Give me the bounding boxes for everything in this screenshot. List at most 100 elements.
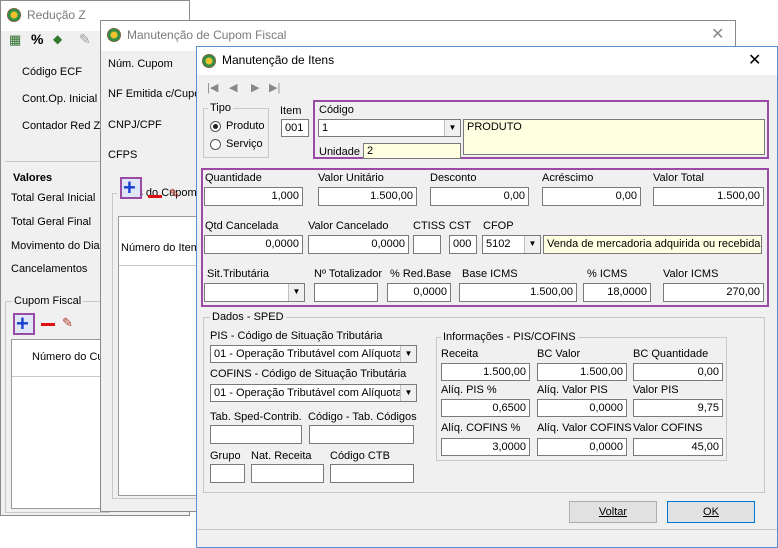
close-icon[interactable]: ✕ <box>711 27 724 43</box>
quantidade-field[interactable]: 1,000 <box>204 187 303 206</box>
qtd-cancelada-field[interactable]: 0,0000 <box>204 235 303 254</box>
codigo-ctb-field[interactable] <box>330 464 414 483</box>
grupo-field[interactable] <box>210 464 245 483</box>
valor-total-field[interactable]: 1.500,00 <box>653 187 764 206</box>
last-record-icon[interactable]: ▶| <box>269 81 280 94</box>
qtd-cancelada-label: Qtd Cancelada <box>205 220 279 232</box>
valor-icms-label: Valor ICMS <box>663 268 719 280</box>
money-icon[interactable]: ◆ <box>53 32 62 46</box>
produto-label[interactable]: Produto <box>226 120 265 132</box>
next-record-icon[interactable]: ▶ <box>251 81 259 94</box>
cfop-label: CFOP <box>483 220 514 232</box>
sit-tributaria-combo[interactable]: ▼ <box>204 283 305 302</box>
label-movimento: Movimento do Dia <box>11 240 100 252</box>
itens-list[interactable]: Número do Item <box>118 216 200 496</box>
valor-pis-field[interactable]: 9,75 <box>633 399 723 417</box>
column-header-numero[interactable]: Número do Cup <box>32 351 110 363</box>
window-manutencao-itens: Manutenção de Itens ✕ |◀ ◀ ▶ ▶| Tipo Pro… <box>196 46 778 548</box>
label-nf-emitida: NF Emitida c/Cupom <box>108 88 198 100</box>
aliq-pis-field[interactable]: 0,6500 <box>441 399 530 417</box>
cupom-fiscal-title: Cupom Fiscal <box>12 295 84 307</box>
valor-cancelado-field[interactable]: 0,0000 <box>308 235 409 254</box>
divider <box>5 161 105 162</box>
grupo-label: Grupo <box>210 450 241 462</box>
cupom-list[interactable]: Número do Cup <box>11 339 110 509</box>
valor-cofins-field[interactable]: 45,00 <box>633 438 723 456</box>
red-base-field[interactable]: 0,0000 <box>387 283 451 302</box>
pct-icms-label: % ICMS <box>587 268 628 280</box>
pis-cst-value: 01 - Operação Tributável com Alíquota <box>214 348 402 360</box>
unidade-field[interactable]: 2 <box>363 143 461 159</box>
bc-valor-field[interactable]: 1.500,00 <box>537 363 627 381</box>
add-item-button[interactable]: + <box>120 175 142 200</box>
desconto-field[interactable]: 0,00 <box>430 187 529 206</box>
codigo-tab-field[interactable] <box>309 425 414 444</box>
label-contador-red: Contador Red Z <box>22 120 101 132</box>
receita-label: Receita <box>441 348 479 360</box>
window-title: Manutenção de Itens <box>222 53 335 67</box>
valor-cofins-label: Valor COFINS <box>633 422 703 434</box>
ctiss-field[interactable] <box>413 235 441 254</box>
remove-cupom-button[interactable] <box>41 323 55 326</box>
chevron-down-icon[interactable]: ▼ <box>444 120 460 136</box>
valor-pis-label: Valor PIS <box>633 384 679 396</box>
close-icon[interactable]: ✕ <box>748 53 761 69</box>
app-icon <box>202 54 216 68</box>
valor-unitario-label: Valor Unitário <box>318 172 384 184</box>
percent-icon[interactable]: % <box>31 31 43 47</box>
cofins-cst-combo[interactable]: 01 - Operação Tributável com Alíquota ▼ <box>210 384 417 402</box>
valor-unitario-field[interactable]: 1.500,00 <box>318 187 417 206</box>
ctiss-label: CTISS <box>413 220 446 232</box>
column-header-numero-item[interactable]: Número do Item <box>121 242 200 254</box>
tab-sped-field[interactable] <box>210 425 302 444</box>
cfop-descricao[interactable]: Venda de mercadoria adquirida ou recebid… <box>543 235 762 254</box>
receita-field[interactable]: 1.500,00 <box>441 363 530 381</box>
valor-icms-field[interactable]: 270,00 <box>663 283 764 302</box>
app-icon <box>107 28 121 42</box>
aliq-cofins-field[interactable]: 3,0000 <box>441 438 530 456</box>
valor-total-label: Valor Total <box>653 172 704 184</box>
cfop-combo[interactable]: 5102 ▼ <box>482 235 541 254</box>
aliq-valor-cofins-field[interactable]: 0,0000 <box>537 438 627 456</box>
acrescimo-field[interactable]: 0,00 <box>542 187 641 206</box>
pis-cst-combo[interactable]: 01 - Operação Tributável com Alíquota ▼ <box>210 345 417 363</box>
chevron-down-icon[interactable]: ▼ <box>524 236 540 253</box>
chevron-down-icon[interactable]: ▼ <box>400 346 416 362</box>
servico-radio[interactable] <box>210 139 221 150</box>
aliq-valor-cofins-label: Alíq. Valor COFINS <box>537 422 632 434</box>
edit-cupom-icon[interactable]: ✎ <box>62 315 73 331</box>
status-bar <box>197 529 777 548</box>
calculator-icon[interactable]: ▦ <box>9 32 21 48</box>
codigo-combo[interactable]: 1 ▼ <box>318 119 461 137</box>
voltar-button[interactable]: Voltar <box>569 501 657 523</box>
item-field[interactable]: 001 <box>281 119 309 137</box>
previous-record-icon[interactable]: ◀ <box>229 81 237 94</box>
bc-quantidade-field[interactable]: 0,00 <box>633 363 723 381</box>
remove-item-button[interactable] <box>148 195 162 198</box>
n-totalizador-field[interactable] <box>314 283 378 302</box>
nat-receita-field[interactable] <box>251 464 324 483</box>
servico-label[interactable]: Serviço <box>226 138 263 150</box>
codigo-descricao[interactable]: PRODUTO <box>463 119 765 155</box>
nat-receita-label: Nat. Receita <box>251 450 312 462</box>
chevron-down-icon[interactable]: ▼ <box>288 284 304 301</box>
aliq-valor-pis-label: Alíq. Valor PIS <box>537 384 608 396</box>
produto-radio[interactable] <box>210 121 221 132</box>
bc-quantidade-label: BC Quantidade <box>633 348 709 360</box>
aliq-pis-label: Alíq. PIS % <box>441 384 497 396</box>
cst-field[interactable]: 000 <box>449 235 477 254</box>
codigo-tab-label: Código - Tab. Códigos <box>308 411 417 423</box>
label-cont-op: Cont.Op. Inicial <box>22 93 98 105</box>
tab-sped-label: Tab. Sped-Contrib. <box>210 411 302 423</box>
pct-icms-field[interactable]: 18,0000 <box>583 283 651 302</box>
codigo-ctb-label: Código CTB <box>330 450 390 462</box>
label-codigo-ecf: Código ECF <box>22 66 82 78</box>
chevron-down-icon[interactable]: ▼ <box>400 385 416 401</box>
edit-icon[interactable]: ✎ <box>79 31 91 48</box>
first-record-icon[interactable]: |◀ <box>207 81 218 94</box>
aliq-valor-pis-field[interactable]: 0,0000 <box>537 399 627 417</box>
edit-item-icon[interactable]: ✎ <box>169 186 180 202</box>
ok-button[interactable]: OK <box>667 501 755 523</box>
add-cupom-button[interactable]: + <box>13 311 35 336</box>
base-icms-field[interactable]: 1.500,00 <box>459 283 577 302</box>
